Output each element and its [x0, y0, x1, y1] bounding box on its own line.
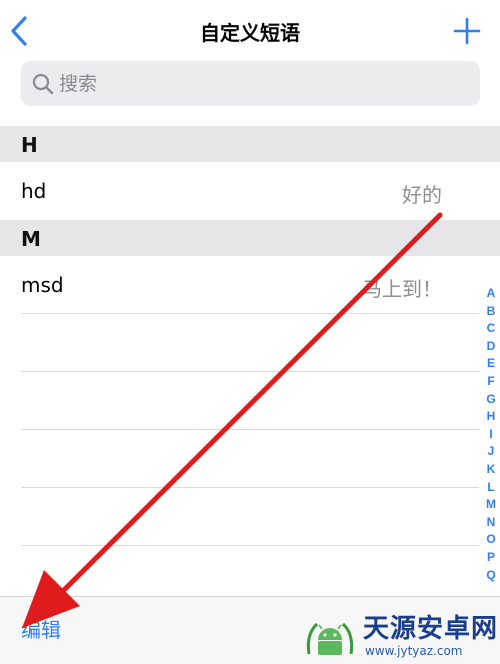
list-item-hd[interactable]: hd 好的 — [0, 162, 500, 220]
index-letter[interactable]: Q — [482, 567, 500, 585]
index-letter[interactable]: E — [482, 355, 500, 373]
search-input[interactable] — [59, 61, 459, 106]
add-button[interactable] — [452, 16, 482, 46]
index-letter[interactable]: I — [482, 426, 500, 444]
section-header-m: M — [0, 220, 500, 256]
search-bar[interactable] — [21, 61, 480, 106]
watermark-url: www.jytyaz.com — [365, 644, 463, 658]
index-letter[interactable]: K — [482, 461, 500, 479]
android-logo-icon — [306, 622, 354, 655]
index-letter[interactable]: J — [482, 443, 500, 461]
row-separator — [21, 487, 479, 488]
shortcut-text: hd — [21, 179, 47, 203]
index-letter[interactable]: G — [482, 391, 500, 409]
section-header-label: M — [21, 227, 41, 251]
row-separator — [21, 371, 479, 372]
index-letter[interactable]: L — [482, 479, 500, 497]
index-letter[interactable]: H — [482, 408, 500, 426]
index-letter[interactable]: O — [482, 531, 500, 549]
section-header-label: H — [21, 133, 38, 157]
index-letter[interactable]: P — [482, 549, 500, 567]
index-letter[interactable]: M — [482, 496, 500, 514]
index-letter[interactable]: N — [482, 514, 500, 532]
row-separator — [21, 545, 479, 546]
index-letter[interactable]: C — [482, 320, 500, 338]
phrase-text: 好的 — [402, 183, 442, 207]
index-letter[interactable]: A — [482, 285, 500, 303]
phrase-text: 马上到！ — [362, 277, 442, 301]
list-item-msd[interactable]: msd 马上到！ — [0, 256, 500, 314]
edit-button[interactable]: 编辑 — [21, 614, 61, 643]
row-separator — [21, 313, 479, 314]
watermark-title: 天源安卓网 — [363, 614, 499, 644]
navigation-bar: 自定义短语 — [0, 0, 500, 60]
search-icon — [32, 73, 54, 95]
section-header-h: H — [0, 126, 500, 162]
index-letter[interactable]: B — [482, 303, 500, 321]
row-separator — [21, 429, 479, 430]
page-title: 自定义短语 — [200, 21, 300, 45]
plus-icon — [453, 17, 481, 45]
index-letter[interactable]: F — [482, 373, 500, 391]
index-letter[interactable]: D — [482, 338, 500, 356]
shortcut-text: msd — [21, 273, 64, 297]
watermark: 天源安卓网 www.jytyaz.com — [303, 606, 500, 664]
section-index[interactable]: ABCDEFGHIJKLMNOPQ — [482, 285, 500, 584]
